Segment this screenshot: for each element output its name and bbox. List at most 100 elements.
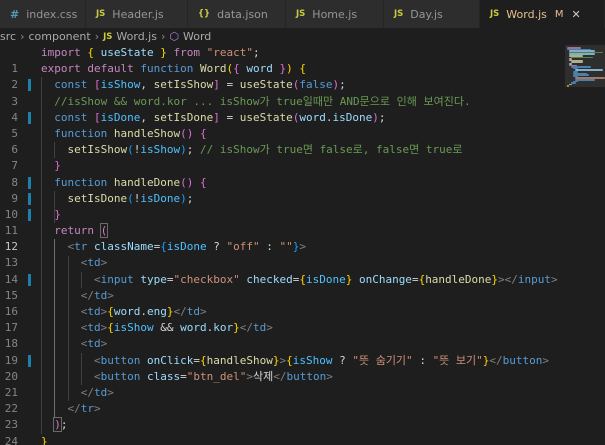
code-line[interactable]: 14 <td>	[0, 255, 565, 285]
code-line[interactable]: 11 }	[0, 207, 565, 237]
indent-guide	[54, 239, 55, 418]
chevron-right-icon: ›	[160, 30, 166, 43]
minimap-line	[575, 79, 595, 81]
code-text: }	[54, 207, 61, 221]
gutter-modified-marker	[28, 208, 31, 221]
code-text: <input type="checkbox" checked={isDone} …	[93, 272, 558, 286]
tab-word-js[interactable]: JS Word.js M ✕	[480, 0, 605, 28]
tab-day-js[interactable]: JS Day.js	[384, 0, 480, 28]
code-line-current[interactable]: 12 return (	[0, 223, 565, 253]
code-text: setIsShow(!isShow); // isShow가 true면 fal…	[67, 143, 463, 157]
js-file-icon: JS	[103, 31, 113, 42]
code-line[interactable]: 7 setIsShow(!isShow); // isShow가 true면 f…	[0, 142, 565, 172]
code-text: <tr className={isDone ? "off" : ""}>	[67, 240, 306, 254]
indent-guide	[54, 190, 55, 224]
code-editor[interactable]: 1 import { useState } from "react"; 2 ex…	[0, 45, 565, 445]
code-text: function handleShow() {	[54, 126, 207, 140]
code-line[interactable]: 18 <td>{isShow && word.kor}</td>	[0, 320, 565, 350]
code-line[interactable]: 10 setIsDone(!isDone);	[0, 191, 565, 221]
minimap-line	[571, 61, 583, 63]
code-text: <td>{isShow && word.kor}</td>	[80, 321, 273, 335]
tab-data-json[interactable]: {} data.json	[188, 0, 286, 28]
js-file-icon: JS	[296, 9, 306, 19]
indent-guide	[81, 352, 82, 386]
tab-home-js[interactable]: JS Home.js	[286, 0, 384, 28]
js-file-icon: JS	[490, 9, 500, 19]
code-line[interactable]: 16 </td>	[0, 288, 565, 318]
indent-guide	[81, 271, 82, 288]
minimap-line	[571, 56, 593, 59]
code-text: setIsDone(!isDone);	[67, 191, 194, 205]
code-text: <td>	[80, 337, 108, 351]
code-text: const [isDone, setIsDone] = useState(wor…	[54, 110, 386, 124]
close-icon[interactable]: ✕	[572, 8, 581, 21]
code-line[interactable]: 17 <td>{word.eng}</td>	[0, 304, 565, 334]
code-text: <td>	[80, 256, 108, 270]
code-line[interactable]: 1 import { useState } from "react";	[0, 45, 565, 75]
tab-header-js[interactable]: JS Header.js	[86, 0, 188, 28]
code-line[interactable]: 25 }	[0, 434, 565, 445]
code-line[interactable]: 23 </tr>	[0, 401, 565, 431]
js-file-icon: JS	[96, 9, 106, 19]
gutter-modified-marker	[28, 273, 31, 286]
indent-guide	[54, 142, 55, 159]
chevron-right-icon: ›	[20, 30, 25, 43]
code-line[interactable]: 4 //isShow && word.kor ... isShow가 true일…	[0, 94, 565, 124]
code-line[interactable]: 5 const [isDone, setIsDone] = useState(w…	[0, 110, 565, 140]
editor-tab-bar: # index.css JS Header.js {} data.json JS…	[0, 0, 605, 28]
code-line[interactable]: 22 </td>	[0, 385, 565, 415]
minimap-line	[575, 69, 603, 71]
code-text: <button onClick={handleShow}>{isShow ? "…	[93, 353, 550, 367]
code-text: }	[41, 434, 48, 445]
code-text: return (	[54, 223, 109, 239]
code-line[interactable]: 9 function handleDone() {	[0, 175, 565, 205]
breadcrumb-component[interactable]: component	[28, 30, 90, 43]
code-text: import { useState } from "react";	[41, 46, 260, 59]
breadcrumb-src[interactable]: src	[0, 30, 16, 43]
breadcrumb: src › component › JS Word.js › ⬡ Word	[0, 28, 605, 45]
breadcrumb-file[interactable]: Word.js	[116, 30, 157, 43]
code-text: <button class="btn_del">삭제</button>	[93, 369, 333, 383]
tab-label: Home.js	[312, 7, 358, 21]
code-line[interactable]: 24 );	[0, 417, 565, 445]
gutter-modified-marker	[28, 79, 31, 92]
gutter-modified-marker	[28, 192, 31, 205]
code-line[interactable]: 13 <tr className={isDone ? "off" : ""}>	[0, 239, 565, 269]
tab-label: index.css	[26, 7, 78, 21]
breadcrumb-symbol[interactable]: Word	[183, 30, 211, 43]
code-text: <td>{word.eng}</td>	[80, 305, 207, 318]
tab-label: Day.js	[410, 7, 443, 21]
code-text: );	[53, 417, 68, 433]
code-text: </tr>	[67, 402, 101, 416]
code-line[interactable]: 6 function handleShow() {	[0, 126, 565, 156]
code-text: }	[54, 159, 61, 173]
code-line[interactable]: 15 <input type="checkbox" checked={isDon…	[0, 272, 565, 302]
minimap[interactable]	[565, 45, 605, 445]
gutter-modified-marker	[28, 354, 31, 367]
code-line[interactable]: 20 <button onClick={handleShow}>{isShow …	[0, 353, 565, 383]
code-text: const [isShow, setIsShow] = useState(fal…	[54, 78, 346, 92]
tab-index-css[interactable]: # index.css	[0, 0, 86, 28]
code-line[interactable]: 3 const [isShow, setIsShow] = useState(f…	[0, 77, 565, 107]
code-text: //isShow && word.kor ... isShow가 true일때만…	[54, 94, 471, 108]
code-text: </td>	[80, 385, 114, 399]
indent-guide	[67, 255, 69, 402]
code-line[interactable]: 8 }	[0, 158, 565, 188]
tab-label: Header.js	[112, 7, 164, 21]
js-file-icon: JS	[394, 9, 404, 19]
code-line[interactable]: 19 <td>	[0, 336, 565, 366]
code-text: </td>	[80, 288, 114, 302]
gutter-modified-marker	[28, 111, 31, 124]
chevron-right-icon: ›	[94, 30, 100, 43]
tab-label: Word.js	[506, 7, 547, 21]
indent-guide	[41, 77, 42, 434]
code-line[interactable]: 21 <button class="btn_del">삭제</button>	[0, 369, 565, 399]
code-line[interactable]: 2 export default function Word({ word })…	[0, 61, 565, 91]
code-text: export default function Word({ word }) {	[41, 62, 306, 76]
code-text: function handleDone() {	[54, 175, 207, 189]
tab-label: data.json	[217, 7, 268, 21]
symbol-method-icon: ⬡	[169, 30, 179, 43]
json-file-icon: {}	[198, 9, 211, 19]
modified-indicator: M	[554, 8, 564, 20]
gutter-modified-marker	[28, 176, 31, 189]
